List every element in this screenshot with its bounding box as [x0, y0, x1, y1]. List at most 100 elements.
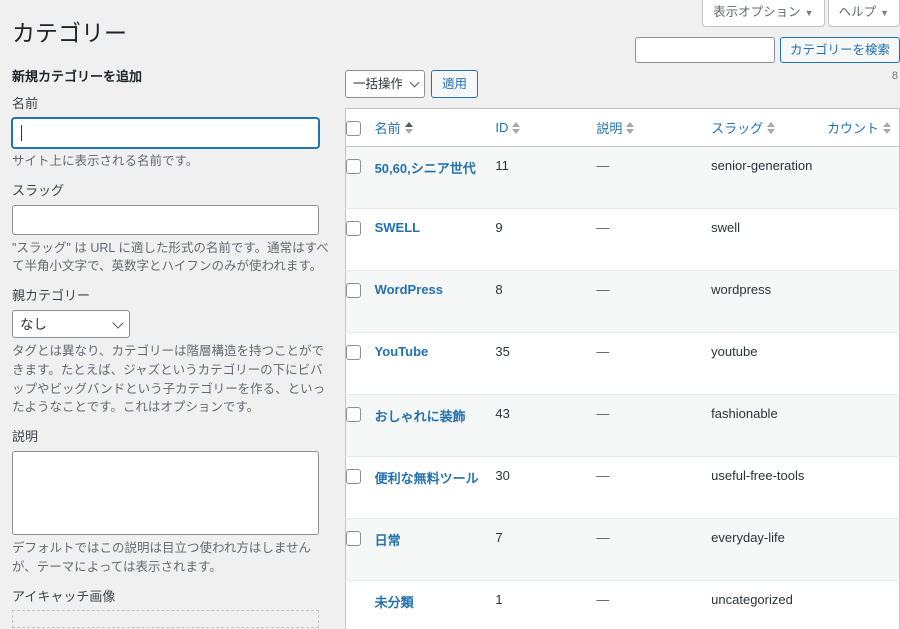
field-description: 説明 デフォルトではこの説明は目立つ使われ方はしませんが、テーマによっては表示さ…	[12, 429, 330, 576]
sort-slug-link[interactable]: スラッグ	[711, 118, 776, 137]
slug-input[interactable]	[12, 204, 319, 235]
field-name: 名前 サイト上に表示される名前です。	[12, 96, 330, 171]
column-header-id: ID	[495, 108, 597, 147]
row-checkbox[interactable]	[346, 283, 361, 298]
bulk-action-select[interactable]: 一括操作	[345, 70, 425, 98]
search-input[interactable]	[634, 37, 775, 63]
row-id-cell: 8	[495, 270, 597, 333]
row-checkbox-cell	[345, 580, 375, 629]
screen-meta-tabs: 表示オプション ▼ ヘルプ ▼	[702, 0, 900, 27]
screen-options-label: 表示オプション	[713, 5, 801, 19]
parent-category-select[interactable]: なし	[12, 310, 130, 339]
empty-description-dash: —	[596, 530, 610, 545]
row-slug-cell: everyday-life	[711, 518, 827, 581]
description-textarea[interactable]	[12, 451, 319, 535]
row-checkbox-cell	[346, 147, 375, 209]
row-name-cell: YouTube	[374, 332, 496, 395]
sort-arrows-icon	[512, 121, 521, 134]
table-row: おしゃれに装飾 43— fashionable	[345, 394, 900, 457]
row-name-cell: WordPress	[374, 270, 496, 333]
sort-arrows-icon	[767, 121, 776, 134]
row-id-cell: 9	[495, 208, 597, 271]
categories-table: 名前 ID 説明 スラッグ カウント 50,60,シニア世代 11 — seni…	[345, 108, 900, 629]
category-name-link[interactable]: 50,60,シニア世代	[375, 161, 476, 176]
row-description-cell: —	[596, 580, 712, 629]
row-checkbox-cell	[345, 332, 375, 395]
empty-description-dash: —	[596, 158, 610, 173]
empty-description-dash: —	[596, 468, 610, 483]
add-category-form: 新規カテゴリーを追加 名前 サイト上に表示される名前です。 スラッグ "スラッグ…	[12, 68, 330, 629]
name-label: 名前	[12, 96, 39, 112]
row-description-cell: —	[596, 456, 712, 519]
row-slug-cell: wordpress	[711, 270, 827, 333]
search-submit-button[interactable]: カテゴリーを検索	[779, 37, 900, 63]
slug-label: スラッグ	[12, 182, 65, 198]
row-checkbox[interactable]	[346, 159, 361, 174]
row-slug-cell: youtube	[711, 332, 827, 395]
row-count-cell	[826, 394, 900, 457]
sort-count-link[interactable]: カウント	[827, 118, 891, 137]
slug-help-text: "スラッグ" は URL に適した形式の名前です。通常はすべて半角小文字で、英数…	[12, 240, 329, 274]
column-label-count: カウント	[826, 121, 879, 136]
column-label-name: 名前	[374, 121, 401, 136]
sort-id-link[interactable]: ID	[495, 120, 521, 135]
help-tab[interactable]: ヘルプ ▼	[827, 0, 900, 27]
row-description-cell: —	[596, 270, 712, 333]
description-help-text: デフォルトではこの説明は目立つ使われ方はしませんが、テーマによっては表示されます…	[12, 541, 312, 574]
table-row: YouTube 35— youtube	[345, 332, 900, 395]
category-name-link[interactable]: SWELL	[375, 220, 421, 235]
row-slug-cell: uncategorized	[711, 580, 827, 629]
apply-bulk-action-button[interactable]: 適用	[431, 70, 479, 98]
row-checkbox[interactable]	[346, 345, 361, 360]
row-checkbox[interactable]	[346, 221, 361, 236]
row-checkbox[interactable]	[346, 407, 361, 422]
table-row: 50,60,シニア世代 11 — senior-generation	[345, 146, 900, 209]
help-tab-label: ヘルプ	[838, 5, 877, 19]
column-header-name: 名前	[374, 108, 496, 147]
category-name-link[interactable]: YouTube	[375, 344, 429, 359]
row-checkbox[interactable]	[346, 469, 361, 484]
field-slug: スラッグ "スラッグ" は URL に適した形式の名前です。通常はすべて半角小文…	[12, 183, 330, 276]
screen-options-tab[interactable]: 表示オプション ▼	[702, 0, 825, 27]
row-description-cell: —	[596, 394, 712, 457]
category-name-link[interactable]: WordPress	[375, 282, 443, 297]
chevron-down-icon: ▼	[804, 8, 814, 18]
sort-name-link[interactable]: 名前	[375, 118, 413, 137]
featured-image-label: アイキャッチ画像	[12, 588, 116, 604]
name-help-text: サイト上に表示される名前です。	[12, 154, 199, 169]
row-name-cell: おしゃれに装飾	[374, 394, 496, 457]
empty-description-dash: —	[596, 344, 610, 359]
sort-arrows-icon	[404, 121, 413, 134]
category-name-link[interactable]: 未分類	[375, 595, 414, 610]
row-checkbox-cell	[345, 208, 375, 271]
row-slug-cell: swell	[711, 208, 827, 271]
empty-description-dash: —	[596, 406, 610, 421]
row-slug-cell: useful-free-tools	[711, 456, 827, 519]
sort-description-link[interactable]: 説明	[596, 118, 635, 137]
row-id-cell: 7	[495, 518, 597, 581]
row-name-cell: 便利な無料ツール	[374, 456, 496, 519]
category-name-link[interactable]: おしゃれに装飾	[375, 409, 466, 424]
row-description-cell: —	[596, 147, 711, 209]
row-checkbox-cell	[345, 270, 375, 333]
row-count-cell	[826, 270, 900, 333]
column-header-checkbox	[345, 108, 375, 147]
category-name-link[interactable]: 日常	[375, 533, 401, 548]
row-count-cell	[826, 580, 900, 629]
name-input[interactable]	[12, 118, 319, 149]
row-checkbox-cell	[345, 456, 375, 519]
row-description-cell: —	[596, 332, 712, 395]
category-name-link[interactable]: 便利な無料ツール	[375, 471, 479, 486]
table-row: 未分類 1— uncategorized	[345, 580, 900, 629]
text-cursor	[21, 125, 22, 142]
parent-help-text: タグとは異なり、カテゴリーは階層構造を持つことができます。たとえば、ジャズという…	[12, 344, 326, 415]
row-name-cell: 未分類	[374, 580, 496, 629]
row-checkbox[interactable]	[346, 531, 361, 546]
row-slug-cell: senior-generation	[711, 158, 813, 173]
featured-image-dropzone[interactable]	[12, 610, 319, 629]
row-checkbox-cell	[345, 518, 375, 581]
row-count-cell	[826, 518, 900, 581]
select-all-checkbox[interactable]	[346, 120, 361, 136]
description-label: 説明	[12, 429, 39, 445]
table-nav-top: 一括操作 適用	[345, 68, 900, 100]
